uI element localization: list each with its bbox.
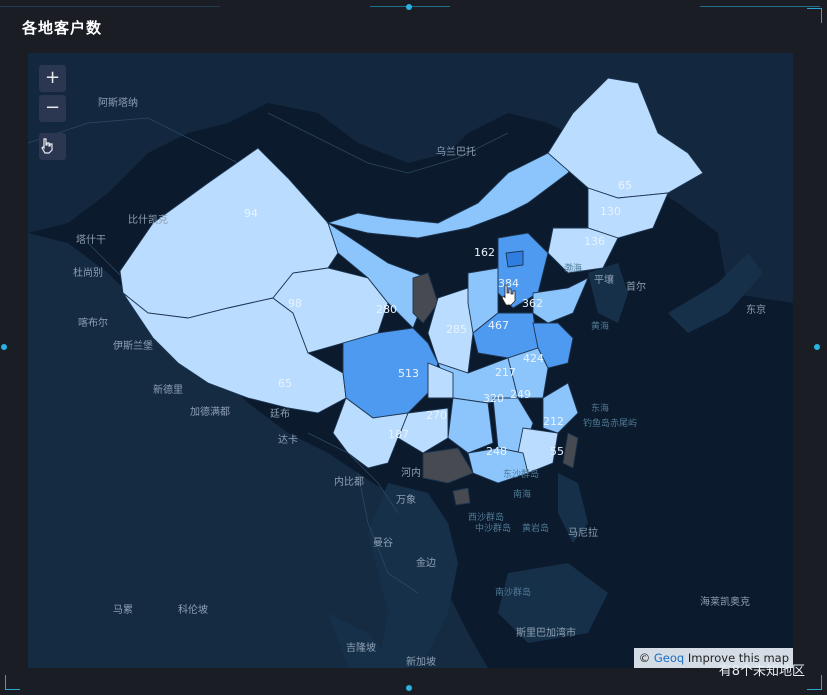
place-label: 曼谷	[373, 537, 393, 549]
place-label: 新加坡	[406, 655, 436, 668]
place-label: 内比都	[334, 475, 364, 488]
sea-label: 黄海	[591, 320, 609, 332]
unknown-regions-note: 有8个未知地区	[718, 664, 805, 679]
province-sichuan	[342, 327, 439, 419]
province-taiwan	[562, 432, 579, 469]
place-label: 万象	[396, 494, 416, 506]
region-value: 65	[618, 179, 632, 192]
sea-label: 南沙群岛	[495, 586, 531, 598]
place-label: 科伦坡	[178, 603, 208, 616]
place-label: 平壤	[594, 273, 614, 286]
region-value: 362	[522, 297, 543, 310]
place-label: 喀布尔	[78, 316, 108, 329]
place-label: 河内	[401, 466, 421, 479]
region-value: 136	[584, 235, 605, 248]
sea-label: 中沙群岛	[475, 522, 511, 534]
top-center-dot	[406, 4, 412, 10]
top-border-right	[700, 6, 820, 7]
region-value: 320	[483, 392, 504, 405]
province-guangxi	[422, 447, 474, 484]
place-label: 东京	[746, 303, 766, 316]
place-label: 马累	[113, 604, 133, 616]
sea-label: 赤尾屿	[610, 418, 637, 429]
region-value: 280	[376, 303, 397, 316]
region-value: 212	[543, 415, 564, 428]
region-value: 424	[523, 352, 544, 365]
bottom-center-dot	[406, 685, 412, 691]
sea-label: 西沙群岛	[468, 511, 504, 523]
region-value: 65	[278, 377, 292, 390]
map-svg[interactable]: 阿斯塔纳 乌兰巴托 比什凯克 塔什干 杜尚别 喀布尔 伊斯兰堡 新德里 加德满都…	[28, 53, 793, 668]
sea-label: 钓鱼岛	[583, 417, 610, 429]
province-hainan	[452, 487, 471, 506]
corner-bottom-right	[807, 675, 822, 690]
sea-label: 南海	[513, 488, 531, 500]
region-value: 248	[486, 445, 507, 458]
region-value: 270	[426, 409, 447, 422]
place-label: 乌兰巴托	[436, 145, 476, 158]
map-view[interactable]: 阿斯塔纳 乌兰巴托 比什凯克 塔什干 杜尚别 喀布尔 伊斯兰堡 新德里 加德满都…	[28, 53, 793, 668]
corner-top-right	[807, 8, 822, 23]
hand-pointer-icon	[41, 138, 53, 154]
place-label: 金边	[416, 556, 436, 569]
province-beijing	[505, 250, 524, 268]
place-label: 塔什干	[76, 233, 106, 246]
place-label: 廷布	[270, 408, 290, 420]
region-value: 217	[495, 366, 516, 379]
place-label: 斯里巴加湾市	[516, 626, 576, 639]
region-value: 249	[510, 388, 531, 401]
place-label: 加德满都	[190, 405, 230, 418]
region-value: 162	[474, 246, 495, 259]
place-label: 首尔	[626, 280, 646, 293]
attribution-prefix: ©	[638, 651, 654, 665]
pan-tool-button[interactable]	[39, 133, 66, 160]
left-center-dot	[1, 344, 7, 350]
region-value: 384	[498, 277, 519, 290]
sea-label: 黄岩岛	[522, 522, 549, 534]
attribution-geoq-link[interactable]: Geoq	[654, 651, 684, 665]
right-center-dot	[814, 344, 820, 350]
place-label: 伊斯兰堡	[113, 339, 153, 352]
place-label: 海莱凯奥克	[700, 595, 750, 608]
land-korea	[588, 263, 628, 323]
region-value: 187	[388, 428, 409, 441]
region-value: 98	[288, 297, 302, 310]
place-label: 达卡	[278, 433, 298, 446]
place-label: 新德里	[153, 383, 183, 396]
place-label: 阿斯塔纳	[98, 96, 138, 109]
zoom-out-button[interactable]: −	[39, 95, 66, 122]
panel-title: 各地客户数	[22, 19, 103, 37]
sea-label: 渤海	[564, 262, 582, 274]
region-value: 467	[488, 319, 509, 332]
top-border-left	[0, 6, 220, 7]
sea-label: 东海	[591, 402, 609, 414]
place-label: 比什凯克	[128, 213, 168, 226]
zoom-in-button[interactable]: +	[39, 65, 66, 92]
place-label: 马尼拉	[568, 526, 598, 539]
province-liaoning	[547, 227, 619, 274]
region-value: 513	[398, 367, 419, 380]
place-label: 吉隆坡	[346, 641, 376, 654]
region-value: 130	[600, 205, 621, 218]
region-value: 55	[550, 445, 564, 458]
corner-bottom-left	[5, 675, 20, 690]
region-value: 285	[446, 323, 467, 336]
place-label: 杜尚别	[73, 266, 103, 279]
province-neimenggu	[326, 147, 584, 239]
region-value: 94	[244, 207, 258, 220]
sea-label: 东沙群岛	[503, 468, 539, 480]
